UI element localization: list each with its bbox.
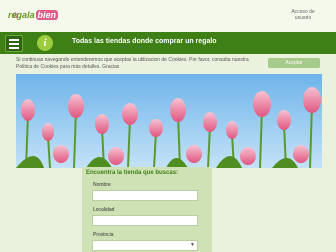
hero-image — [16, 74, 322, 168]
logo-accent: bien — [35, 10, 59, 20]
info-icon[interactable]: i — [37, 35, 53, 51]
account-link[interactable]: Acceso de usuario — [280, 9, 326, 21]
search-title: Encuentra la tienda que buscas: — [86, 170, 179, 176]
site-header: ✿ regala bien Acceso de usuario — [0, 0, 336, 32]
account-line-2: usuario — [294, 15, 312, 21]
name-input[interactable] — [92, 190, 198, 201]
city-label: Localidad — [93, 207, 115, 213]
logo-text[interactable]: regala bien — [8, 10, 59, 20]
province-select[interactable]: ▼ — [92, 240, 198, 251]
city-input[interactable] — [92, 215, 198, 226]
cookie-notice: Si continuas navegando entenderemos que … — [16, 57, 249, 70]
tulips-image — [16, 74, 322, 168]
logo-main: regala — [8, 10, 35, 20]
name-label: Nombre — [93, 182, 111, 188]
menu-button[interactable] — [5, 35, 23, 52]
nav-title: Todas las tiendas donde comprar un regal… — [72, 38, 217, 45]
chevron-down-icon: ▼ — [190, 242, 195, 248]
accept-cookies-button[interactable]: Aceptar — [268, 58, 320, 68]
province-label: Provincia — [93, 232, 114, 238]
